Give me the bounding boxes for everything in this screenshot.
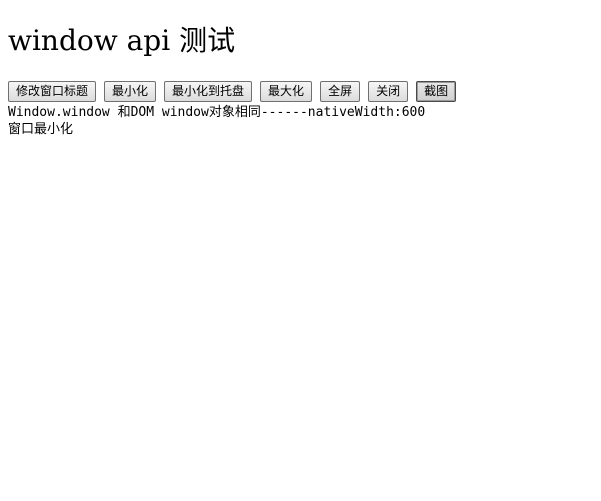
close-button[interactable]: 关闭 [368,81,409,102]
minimize-to-tray-button[interactable]: 最小化到托盘 [164,81,253,102]
change-window-title-button[interactable]: 修改窗口标题 [8,81,97,102]
output-log: Window.window 和DOM window对象相同------nativ… [8,104,425,138]
output-line: Window.window 和DOM window对象相同------nativ… [8,105,426,120]
fullscreen-button[interactable]: 全屏 [320,81,361,102]
maximize-button[interactable]: 最大化 [260,81,313,102]
output-line: 窗口最小化 [8,122,74,137]
button-toolbar: 修改窗口标题 最小化 最小化到托盘 最大化 全屏 关闭 截图 [8,81,457,102]
screenshot-button[interactable]: 截图 [416,81,457,102]
page: window api 测试 修改窗口标题 最小化 最小化到托盘 最大化 全屏 关… [0,0,601,501]
page-title: window api 测试 [8,24,236,57]
minimize-button[interactable]: 最小化 [104,81,157,102]
